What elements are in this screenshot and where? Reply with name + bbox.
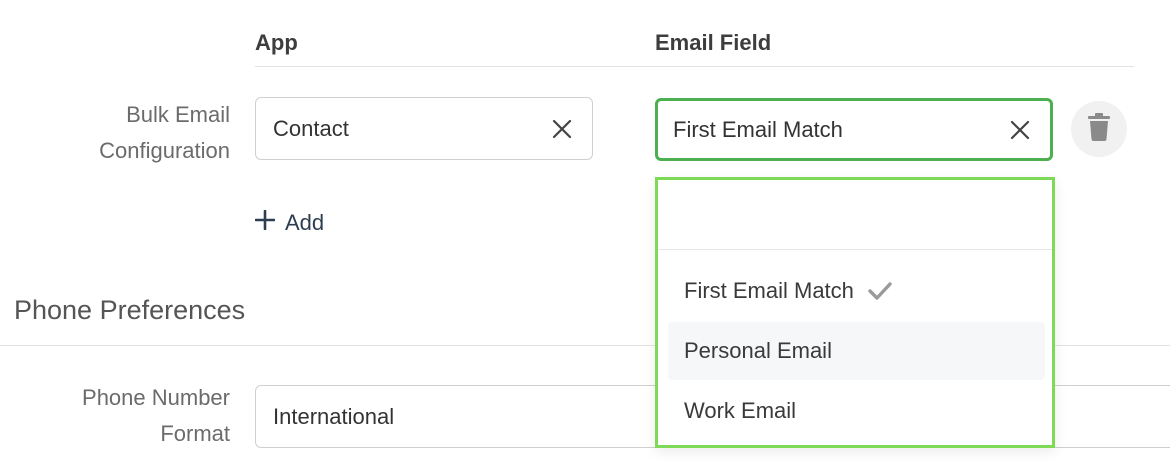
column-header-email-field: Email Field bbox=[655, 30, 772, 55]
header-divider bbox=[255, 66, 1134, 67]
label-line: Bulk Email bbox=[126, 102, 230, 127]
label-line: Phone Number bbox=[82, 385, 230, 410]
dropdown-search-input[interactable] bbox=[658, 180, 1052, 250]
plus-icon bbox=[254, 209, 276, 236]
add-row-button[interactable]: Add bbox=[254, 209, 325, 236]
label-line: Configuration bbox=[99, 138, 230, 163]
email-field-select[interactable]: First Email Match bbox=[655, 98, 1053, 161]
app-select-value: Contact bbox=[273, 115, 349, 141]
add-label: Add bbox=[285, 210, 325, 235]
bulk-email-configuration-label: Bulk Email Configuration bbox=[15, 97, 230, 169]
option-label: Personal Email bbox=[684, 338, 832, 363]
email-field-dropdown-menu: First Email Match Personal Email Work Em… bbox=[655, 177, 1055, 448]
column-header-app: App bbox=[255, 30, 298, 55]
dropdown-option-first-email-match[interactable]: First Email Match bbox=[668, 262, 1045, 320]
phone-preferences-title: Phone Preferences bbox=[14, 295, 246, 325]
label-line: Format bbox=[160, 421, 230, 446]
phone-number-format-label: Phone Number Format bbox=[15, 380, 230, 452]
checkmark-icon bbox=[868, 282, 892, 300]
clear-app-icon[interactable] bbox=[552, 119, 572, 139]
delete-row-button[interactable] bbox=[1071, 101, 1127, 157]
option-label: Work Email bbox=[684, 398, 797, 423]
app-select[interactable]: Contact bbox=[255, 97, 593, 160]
settings-page: App Email Field Bulk Email Configuration… bbox=[0, 0, 1170, 462]
phone-number-format-value: International bbox=[273, 403, 395, 429]
dropdown-option-personal-email[interactable]: Personal Email bbox=[668, 322, 1045, 380]
dropdown-option-work-email[interactable]: Work Email bbox=[668, 382, 1045, 440]
clear-email-field-icon[interactable] bbox=[1010, 120, 1030, 140]
email-field-select-value: First Email Match bbox=[673, 116, 843, 142]
option-label: First Email Match bbox=[684, 278, 854, 303]
trash-icon bbox=[1087, 112, 1111, 146]
